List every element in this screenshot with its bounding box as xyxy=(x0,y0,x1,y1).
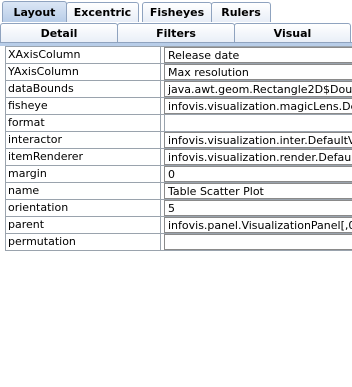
property-value-field[interactable]: infovis.panel.VisualizationPanel[,0 xyxy=(164,217,352,233)
property-row-orientation[interactable]: orientation 5 xyxy=(5,200,352,217)
tab-rulers[interactable]: Rulers xyxy=(211,2,271,22)
property-name: interactor xyxy=(5,132,161,148)
property-value-field[interactable]: infovis.visualization.render.Default xyxy=(164,149,352,165)
property-row-fisheye[interactable]: fisheye infovis.visualization.magicLens.… xyxy=(5,98,352,115)
tab-filters[interactable]: Filters xyxy=(117,23,235,43)
property-row-itemrenderer[interactable]: itemRenderer infovis.visualization.rende… xyxy=(5,149,352,166)
property-value-field[interactable]: java.awt.geom.Rectangle2D$Dou xyxy=(164,81,352,97)
second-tab-row: Detail Filters Visual xyxy=(0,21,352,43)
tab-visual[interactable]: Visual xyxy=(234,23,351,43)
property-name: margin xyxy=(5,166,161,182)
tab-fisheyes[interactable]: Fisheyes xyxy=(142,2,212,22)
property-row-permutation[interactable]: permutation xyxy=(5,234,352,251)
property-value-field[interactable]: infovis.visualization.magicLens.De xyxy=(164,98,352,114)
property-row-databounds[interactable]: dataBounds java.awt.geom.Rectangle2D$Dou xyxy=(5,81,352,98)
property-value-field[interactable]: 0 xyxy=(164,166,352,182)
property-row-margin[interactable]: margin 0 xyxy=(5,166,352,183)
property-table: XAxisColumn Release date YAxisColumn Max… xyxy=(5,46,352,251)
property-value-field[interactable]: Table Scatter Plot xyxy=(164,183,352,199)
property-row-parent[interactable]: parent infovis.panel.VisualizationPanel[… xyxy=(5,217,352,234)
tab-detail[interactable]: Detail xyxy=(0,23,118,43)
property-name: YAxisColumn xyxy=(5,64,161,80)
property-value-field[interactable]: Release date xyxy=(164,47,352,63)
property-name: format xyxy=(5,115,161,131)
properties-panel: Layout Excentric Fisheyes Rulers Detail … xyxy=(0,0,352,387)
property-row-xaxiscolumn[interactable]: XAxisColumn Release date xyxy=(5,47,352,64)
property-name: parent xyxy=(5,217,161,233)
property-name: orientation xyxy=(5,200,161,216)
property-value-field[interactable]: 5 xyxy=(164,200,352,216)
property-name: name xyxy=(5,183,161,199)
property-value-field[interactable] xyxy=(164,115,352,131)
property-value-field[interactable]: infovis.visualization.inter.DefaultVi xyxy=(164,132,352,148)
property-row-yaxiscolumn[interactable]: YAxisColumn Max resolution xyxy=(5,64,352,81)
property-name: XAxisColumn xyxy=(5,47,161,63)
property-name: permutation xyxy=(5,234,161,250)
property-row-name[interactable]: name Table Scatter Plot xyxy=(5,183,352,200)
property-name: dataBounds xyxy=(5,81,161,97)
top-tab-row: Layout Excentric Fisheyes Rulers xyxy=(2,0,271,22)
table-empty-area xyxy=(5,268,352,387)
property-name: fisheye xyxy=(5,98,161,114)
property-value-field[interactable]: Max resolution xyxy=(164,64,352,80)
tab-layout[interactable]: Layout xyxy=(2,1,67,22)
property-name: itemRenderer xyxy=(5,149,161,165)
property-value-field[interactable] xyxy=(164,234,352,250)
property-row-interactor[interactable]: interactor infovis.visualization.inter.D… xyxy=(5,132,352,149)
property-row-format[interactable]: format xyxy=(5,115,352,132)
tab-excentric[interactable]: Excentric xyxy=(66,2,139,22)
